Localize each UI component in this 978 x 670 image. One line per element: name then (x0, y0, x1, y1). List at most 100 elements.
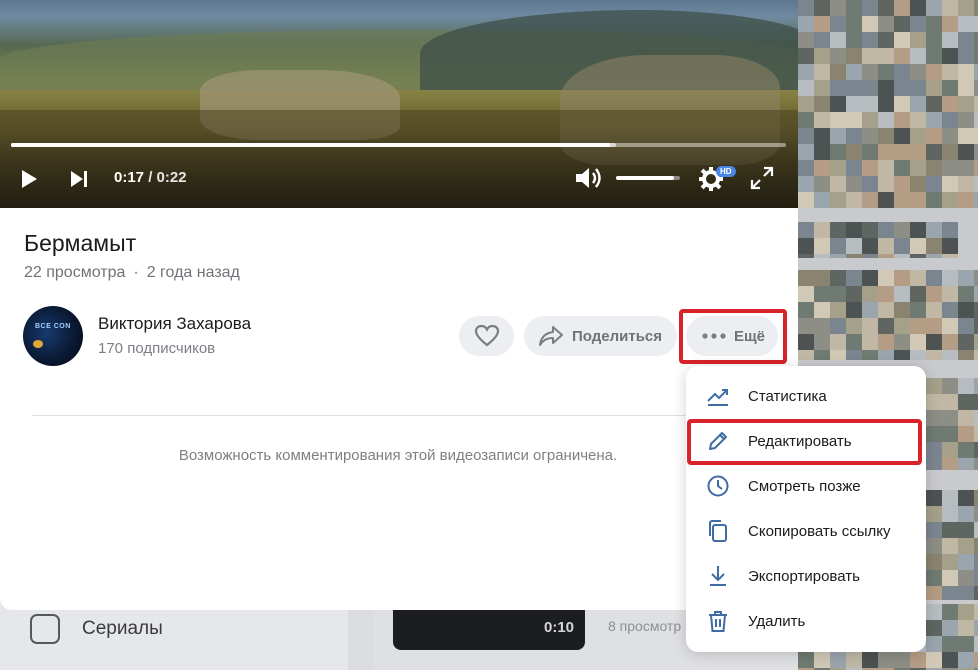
blurred-thumbnail-pixel (830, 238, 846, 254)
blurred-thumbnail-pixel (974, 80, 978, 96)
menu-item-label: Статистика (748, 387, 827, 405)
blurred-thumbnail-pixel (894, 302, 910, 318)
blurred-thumbnail-pixel (798, 254, 814, 258)
blurred-thumbnail-pixel (894, 222, 910, 238)
blurred-thumbnail-pixel (830, 80, 846, 96)
blurred-thumbnail-pixel (910, 160, 926, 176)
progress-fill (11, 143, 611, 147)
blurred-thumbnail-pixel (958, 16, 974, 32)
menu-item-label: Смотреть позже (748, 477, 861, 495)
share-button[interactable]: Поделиться (524, 316, 677, 356)
blurred-thumbnail-pixel (942, 128, 958, 144)
volume-slider[interactable] (616, 176, 680, 180)
blurred-thumbnail-pixel (846, 144, 862, 160)
blurred-thumbnail-pixel (926, 442, 942, 458)
trash-icon (709, 611, 727, 632)
blurred-thumbnail-pixel (958, 192, 974, 208)
blurred-thumbnail-pixel (878, 16, 894, 32)
blurred-thumbnail-pixel (942, 318, 958, 334)
blurred-thumbnail-pixel (862, 318, 878, 334)
blurred-thumbnail-pixel (926, 302, 942, 318)
blurred-thumbnail-pixel (814, 254, 830, 258)
volume-icon (576, 168, 601, 188)
blurred-thumbnail-pixel (798, 350, 814, 360)
subscriber-count: 170 подписчиков (98, 340, 216, 357)
blurred-thumbnail-pixel (942, 538, 958, 554)
menu-item-delete[interactable]: Удалить (686, 600, 926, 642)
blurred-thumbnail-pixel (894, 270, 910, 286)
volume-button[interactable] (574, 165, 604, 191)
blurred-thumbnail-pixel (878, 270, 894, 286)
blurred-thumbnail-pixel (910, 16, 926, 32)
blurred-thumbnail-pixel (974, 522, 978, 538)
blurred-thumbnail-pixel (894, 238, 910, 254)
clip-duration: 0:10 (544, 619, 575, 636)
blurred-thumbnail-pixel (958, 270, 974, 286)
blurred-thumbnail-pixel (910, 32, 926, 48)
blurred-thumbnail-pixel (798, 222, 814, 238)
blurred-thumbnail-pixel (958, 160, 974, 176)
blurred-thumbnail-pixel (926, 620, 942, 636)
blurred-thumbnail-pixel (958, 96, 974, 112)
blurred-thumbnail-pixel (846, 222, 862, 238)
blurred-thumbnail-pixel (830, 160, 846, 176)
edit-item-highlight (687, 419, 922, 465)
blurred-thumbnail-pixel (910, 350, 926, 360)
duration: 0:22 (156, 169, 187, 186)
blurred-thumbnail-pixel (830, 270, 846, 286)
blurred-thumbnail-pixel (974, 378, 978, 394)
menu-item-statistics[interactable]: Статистика (686, 375, 926, 417)
sidebar-item-serials[interactable]: Сериалы (30, 614, 163, 644)
blurred-thumbnail-pixel (926, 254, 942, 258)
blurred-thumbnail-pixel (798, 48, 814, 64)
menu-item-copy-link[interactable]: Скопировать ссылку (686, 510, 926, 552)
author-name[interactable]: Виктория Захарова (98, 314, 251, 334)
next-button[interactable] (68, 168, 90, 190)
blurred-thumbnail-pixel (830, 192, 846, 208)
blurred-thumbnail-pixel (974, 16, 978, 32)
blurred-thumbnail-pixel (926, 96, 942, 112)
blurred-thumbnail-pixel (974, 160, 978, 176)
blurred-thumbnail-pixel (926, 350, 942, 360)
next-icon (71, 171, 87, 187)
blurred-thumbnail-pixel (942, 410, 958, 426)
share-arrow-icon (539, 326, 563, 346)
volume-fill (616, 176, 674, 180)
video-player[interactable]: 0:17 / 0:22 HD (0, 0, 798, 208)
blurred-thumbnail-pixel (926, 522, 942, 538)
avatar[interactable]: BCE CON (23, 306, 83, 366)
fullscreen-icon (750, 166, 774, 190)
time-separator: / (148, 169, 153, 186)
share-label: Поделиться (572, 327, 663, 345)
blurred-thumbnail-pixel (894, 350, 910, 360)
like-button[interactable] (459, 316, 514, 356)
view-count: 22 просмотра (24, 264, 126, 281)
play-button[interactable] (18, 168, 40, 190)
fullscreen-button[interactable] (750, 166, 774, 190)
blurred-thumbnail-pixel (974, 554, 978, 570)
blurred-thumbnail-pixel (926, 554, 942, 570)
blurred-thumbnail-pixel (974, 48, 978, 64)
blurred-thumbnail-pixel (974, 334, 978, 350)
blurred-thumbnail-pixel (894, 286, 910, 302)
chart-trend-icon (707, 389, 728, 406)
blurred-thumbnail-pixel (942, 286, 958, 302)
blurred-thumbnail-pixel (958, 458, 974, 470)
progress-bar[interactable] (11, 143, 786, 147)
blurred-thumbnail-pixel (958, 620, 974, 636)
menu-item-label: Экспортировать (748, 567, 860, 585)
blurred-thumbnail-pixel (926, 636, 942, 652)
blurred-thumbnail-pixel (878, 112, 894, 128)
blurred-thumbnail-pixel (942, 604, 958, 620)
blurred-thumbnail-pixel (862, 652, 878, 668)
menu-item-export[interactable]: Экспортировать (686, 555, 926, 597)
blurred-thumbnail-pixel (846, 350, 862, 360)
menu-item-watch-later[interactable]: Смотреть позже (686, 465, 926, 507)
blurred-thumbnail-pixel (958, 604, 974, 620)
blurred-thumbnail-pixel (942, 0, 958, 16)
blurred-thumbnail-pixel (894, 318, 910, 334)
blurred-thumbnail-pixel (942, 506, 958, 522)
blurred-thumbnail-pixel (830, 64, 846, 80)
blurred-thumbnail-pixel (830, 254, 846, 258)
upload-age: 2 года назад (146, 264, 240, 281)
